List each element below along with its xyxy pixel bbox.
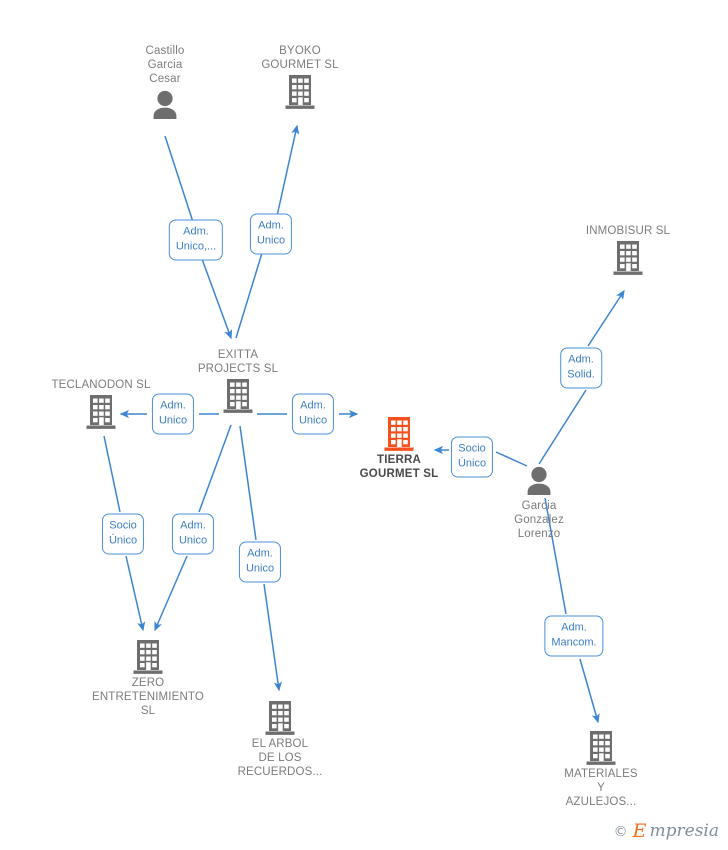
edge-label-exitta-byoko[interactable]: Adm. Unico xyxy=(249,213,293,255)
building-icon xyxy=(78,639,218,675)
node-label: ZERO ENTRETENIMIENTO SL xyxy=(92,677,204,717)
edge-castillo-exitta-a xyxy=(164,135,194,223)
node-materiales-y-azulejos[interactable]: MATERIALES Y AZULEJOS... xyxy=(531,730,671,809)
node-label: MATERIALES Y AZULEJOS... xyxy=(564,768,638,808)
building-icon xyxy=(329,416,469,452)
building-icon xyxy=(230,74,370,110)
node-byoko-gourmet-sl[interactable]: BYOKO GOURMET SL xyxy=(230,44,370,110)
edge-label-exitta-teclanodon[interactable]: Adm. Unico xyxy=(151,393,195,435)
edge-exitta-zero-b xyxy=(154,555,188,632)
edge-label-teclanodon-zero[interactable]: Socio Único xyxy=(101,513,145,555)
edge-exitta-byoko-b xyxy=(276,124,300,217)
edge-garcia-materiales-b xyxy=(579,658,600,724)
edge-exitta-arbol-b xyxy=(263,583,282,692)
node-label: EXITTA PROJECTS SL xyxy=(197,349,279,375)
edge-exitta-zero-a xyxy=(198,424,232,513)
node-label: TIERRA GOURMET SL xyxy=(359,454,439,480)
building-icon xyxy=(558,240,698,276)
node-inmobisur-sl[interactable]: INMOBISUR SL xyxy=(558,224,698,276)
edge-exitta-arbol-a xyxy=(239,425,257,541)
edge-label-garcia-materiales[interactable]: Adm. Mancom. xyxy=(544,615,604,657)
building-icon xyxy=(31,394,171,430)
node-el-arbol-de-los-recuerdos[interactable]: EL ARBOL DE LOS RECUERDOS... xyxy=(210,700,350,779)
edge-teclanodon-zero-b xyxy=(125,555,146,632)
node-label: Garcia Gonzalez Lorenzo xyxy=(514,500,564,540)
node-label: TECLANODON SL xyxy=(51,379,151,391)
node-label: BYOKO GOURMET SL xyxy=(261,45,339,71)
edge-garcia-inmobisur-b xyxy=(587,289,625,347)
edge-exitta-byoko-a xyxy=(235,252,263,339)
node-label: EL ARBOL DE LOS RECUERDOS... xyxy=(237,738,323,778)
building-icon xyxy=(531,730,671,766)
person-icon xyxy=(95,88,235,122)
edge-label-garcia-tierra[interactable]: Socio Único xyxy=(450,436,494,478)
relationship-diagram-canvas: Castillo Garcia Cesar BYOKO GOURMET SL E… xyxy=(0,0,728,850)
building-icon xyxy=(210,700,350,736)
watermark-empresia: © E mpresia xyxy=(614,822,719,841)
edge-label-garcia-inmobisur[interactable]: Adm. Solid. xyxy=(560,347,602,389)
node-label: Castillo Garcia Cesar xyxy=(145,45,185,85)
node-tierra-gourmet-sl[interactable]: TIERRA GOURMET SL xyxy=(329,416,469,481)
edge-teclanodon-zero-a xyxy=(103,435,121,513)
brand-name: mpresia xyxy=(649,821,720,841)
copyright-icon: © xyxy=(613,823,628,840)
edge-castillo-exitta-b xyxy=(201,258,233,340)
node-teclanodon-sl[interactable]: TECLANODON SL xyxy=(31,378,171,430)
brand-initial: E xyxy=(632,820,647,842)
edge-garcia-inmobisur-a xyxy=(538,389,587,465)
node-zero-entretenimiento-sl[interactable]: ZERO ENTRETENIMIENTO SL xyxy=(78,639,218,718)
edge-label-exitta-tierra[interactable]: Adm. Unico xyxy=(291,393,335,435)
edge-label-castillo-exitta[interactable]: Adm. Unico,... xyxy=(168,219,224,261)
edge-label-exitta-arbol[interactable]: Adm. Unico xyxy=(238,541,282,583)
node-label: INMOBISUR SL xyxy=(585,225,671,237)
edge-label-exitta-zero[interactable]: Adm. Unico xyxy=(171,513,215,555)
node-castillo-garcia-cesar[interactable]: Castillo Garcia Cesar xyxy=(95,44,235,122)
